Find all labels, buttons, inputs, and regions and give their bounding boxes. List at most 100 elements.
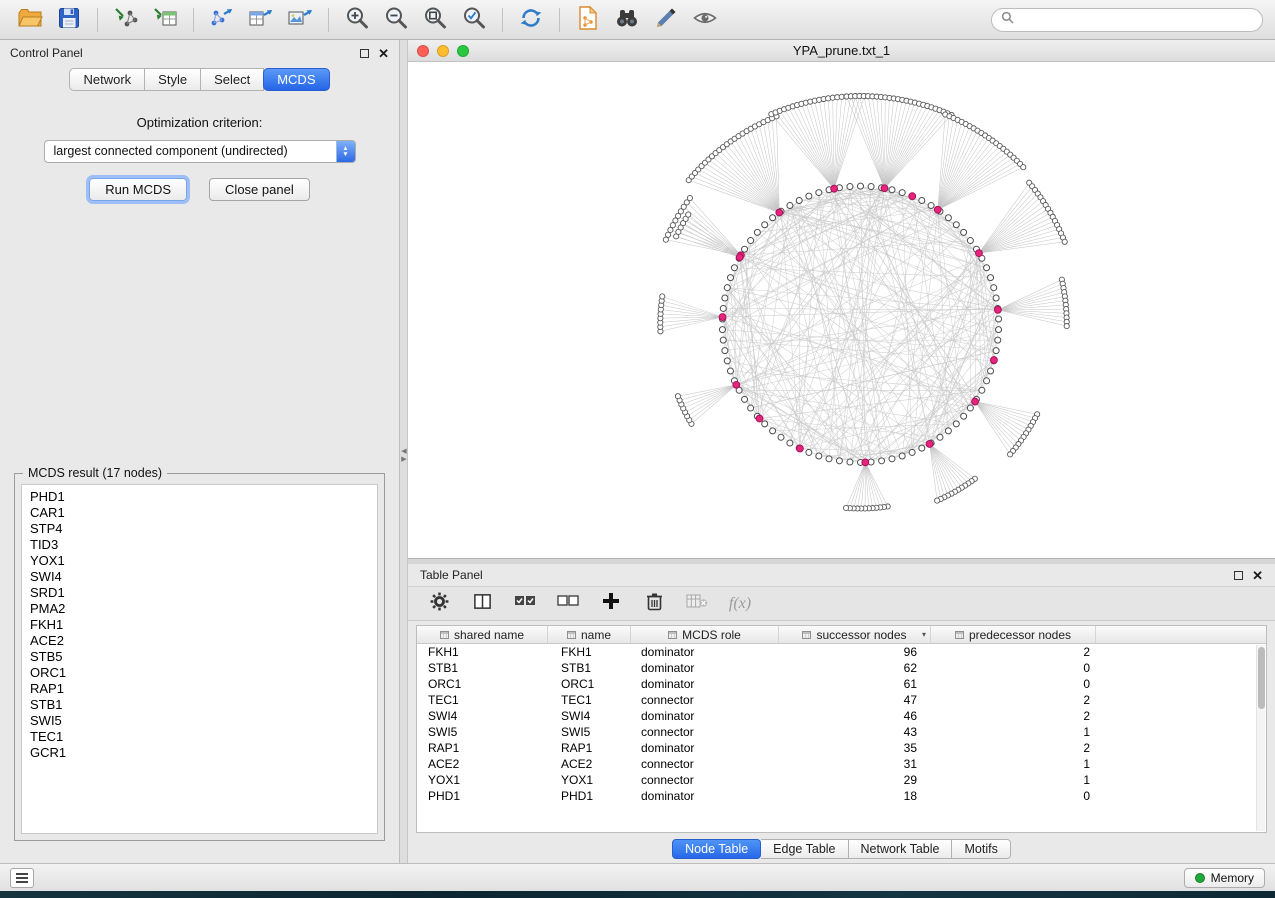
table-cell[interactable]: STB1 (417, 661, 548, 675)
table-row[interactable]: TEC1TEC1connector472 (417, 692, 1266, 708)
table-cell[interactable]: RAP1 (548, 741, 631, 755)
export-network-button[interactable] (204, 4, 240, 36)
tab-select[interactable]: Select (201, 68, 264, 91)
column-header-name[interactable]: name (548, 626, 631, 643)
table-row[interactable]: ORC1ORC1dominator610 (417, 676, 1266, 692)
maximize-window-icon[interactable] (457, 45, 469, 57)
table-cell[interactable]: ACE2 (417, 757, 548, 771)
mcds-result-list[interactable]: PHD1CAR1STP4TID3YOX1SWI4SRD1PMA2FKH1ACE2… (21, 484, 378, 834)
table-cell[interactable]: dominator (631, 789, 779, 803)
table-cell[interactable]: FKH1 (417, 645, 548, 659)
table-cell[interactable]: 46 (779, 709, 931, 723)
zoom-in-button[interactable] (339, 4, 375, 36)
open-session-button[interactable] (12, 4, 48, 36)
close-panel-icon[interactable]: ✕ (378, 47, 389, 60)
table-cell[interactable]: 1 (931, 773, 1096, 787)
zoom-out-button[interactable] (378, 4, 414, 36)
table-cell[interactable]: 31 (779, 757, 931, 771)
table-cell[interactable]: connector (631, 757, 779, 771)
close-window-icon[interactable] (417, 45, 429, 57)
table-cell[interactable]: SWI5 (548, 725, 631, 739)
tab-motifs[interactable]: Motifs (952, 839, 1010, 859)
export-image-button[interactable] (282, 4, 318, 36)
table-cell[interactable]: dominator (631, 709, 779, 723)
table-cell[interactable]: dominator (631, 677, 779, 691)
table-cell[interactable]: STB1 (548, 661, 631, 675)
table-cell[interactable]: 2 (931, 645, 1096, 659)
column-header-predecessor-nodes[interactable]: predecessor nodes (931, 626, 1096, 643)
table-cell[interactable]: PHD1 (417, 789, 548, 803)
mcds-result-item[interactable]: STP4 (22, 521, 377, 537)
optimization-criterion-select[interactable]: largest connected component (undirected)… (44, 140, 356, 163)
mcds-result-item[interactable]: SWI5 (22, 713, 377, 729)
vertical-splitter[interactable]: ◀▶ (400, 40, 408, 863)
table-cell[interactable]: 0 (931, 661, 1096, 675)
mcds-result-item[interactable]: PMA2 (22, 601, 377, 617)
table-row[interactable]: STB1STB1dominator620 (417, 660, 1266, 676)
select-all-button[interactable] (512, 591, 538, 617)
memory-button[interactable]: Memory (1184, 868, 1265, 888)
table-cell[interactable]: 2 (931, 741, 1096, 755)
mcds-result-item[interactable]: YOX1 (22, 553, 377, 569)
tab-network-table[interactable]: Network Table (849, 839, 953, 859)
splitter-collapse-icons[interactable]: ◀▶ (400, 448, 408, 464)
table-cell[interactable]: 1 (931, 725, 1096, 739)
table-cell[interactable]: FKH1 (548, 645, 631, 659)
tab-mcds[interactable]: MCDS (263, 68, 329, 91)
float-panel-icon[interactable] (360, 49, 369, 58)
run-mcds-button[interactable]: Run MCDS (89, 178, 187, 201)
table-cell[interactable]: TEC1 (548, 693, 631, 707)
delete-column-button[interactable] (641, 591, 667, 617)
tab-node-table[interactable]: Node Table (672, 839, 761, 859)
table-row[interactable]: ACE2ACE2connector311 (417, 756, 1266, 772)
tab-network[interactable]: Network (69, 68, 145, 91)
table-cell[interactable]: YOX1 (417, 773, 548, 787)
table-cell[interactable]: 96 (779, 645, 931, 659)
table-cell[interactable]: RAP1 (417, 741, 548, 755)
show-hide-details-button[interactable] (687, 4, 723, 36)
mcds-result-item[interactable]: CAR1 (22, 505, 377, 521)
column-header-successor-nodes[interactable]: successor nodes▾ (779, 626, 931, 643)
show-columns-button[interactable] (469, 591, 495, 617)
network-view[interactable] (408, 62, 1275, 558)
search-input[interactable] (1020, 13, 1253, 27)
mcds-result-item[interactable]: TEC1 (22, 729, 377, 745)
table-cell[interactable]: 47 (779, 693, 931, 707)
table-cell[interactable]: ORC1 (417, 677, 548, 691)
table-cell[interactable]: SWI4 (417, 709, 548, 723)
refresh-view-button[interactable] (513, 4, 549, 36)
network-graph[interactable] (408, 62, 1275, 560)
save-session-button[interactable] (51, 4, 87, 36)
scrollbar-thumb[interactable] (1258, 647, 1265, 709)
mcds-result-item[interactable]: ACE2 (22, 633, 377, 649)
table-cell[interactable]: dominator (631, 661, 779, 675)
table-row[interactable]: RAP1RAP1dominator352 (417, 740, 1266, 756)
table-cell[interactable]: connector (631, 693, 779, 707)
find-button[interactable] (609, 4, 645, 36)
mcds-result-item[interactable]: FKH1 (22, 617, 377, 633)
float-table-panel-icon[interactable] (1234, 571, 1243, 580)
table-cell[interactable]: SWI5 (417, 725, 548, 739)
deselect-all-button[interactable] (555, 591, 581, 617)
table-row[interactable]: SWI4SWI4dominator462 (417, 708, 1266, 724)
table-cell[interactable]: 62 (779, 661, 931, 675)
column-header-shared-name[interactable]: shared name (417, 626, 548, 643)
zoom-fit-button[interactable] (417, 4, 453, 36)
table-cell[interactable]: SWI4 (548, 709, 631, 723)
table-cell[interactable]: YOX1 (548, 773, 631, 787)
table-cell[interactable]: PHD1 (548, 789, 631, 803)
mcds-result-item[interactable]: RAP1 (22, 681, 377, 697)
import-network-button[interactable] (108, 4, 144, 36)
table-cell[interactable]: 2 (931, 709, 1096, 723)
table-cell[interactable]: 29 (779, 773, 931, 787)
table-cell[interactable]: 0 (931, 677, 1096, 691)
table-row[interactable]: FKH1FKH1dominator962 (417, 644, 1266, 660)
mcds-result-item[interactable]: SWI4 (22, 569, 377, 585)
table-scrollbar[interactable] (1256, 645, 1265, 831)
close-panel-button[interactable]: Close panel (209, 178, 310, 201)
import-table-button[interactable] (147, 4, 183, 36)
table-row[interactable]: YOX1YOX1connector291 (417, 772, 1266, 788)
table-cell[interactable]: connector (631, 773, 779, 787)
table-cell[interactable]: 35 (779, 741, 931, 755)
mcds-result-item[interactable]: STB1 (22, 697, 377, 713)
